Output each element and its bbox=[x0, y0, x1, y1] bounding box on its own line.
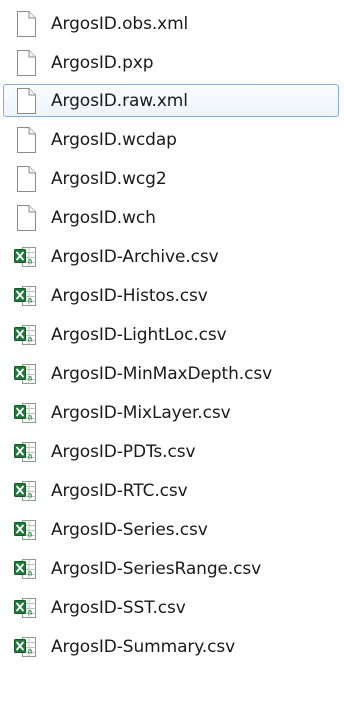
file-list-item[interactable]: ArgosID.pxp bbox=[0, 44, 345, 83]
svg-text:a: a bbox=[28, 647, 33, 656]
file-name: ArgosID.wcdap bbox=[51, 130, 177, 150]
file-list-item[interactable]: ArgosID.obs.xml bbox=[0, 5, 345, 44]
svg-text:a: a bbox=[28, 374, 33, 383]
file-list-item[interactable]: ArgosID.raw.xml bbox=[0, 82, 345, 121]
svg-text:a: a bbox=[28, 491, 33, 500]
svg-text:a: a bbox=[28, 257, 33, 266]
file-list-item[interactable]: a ArgosID-SeriesRange.csv bbox=[0, 550, 345, 589]
file-list-item[interactable]: a ArgosID-Series.csv bbox=[0, 511, 345, 550]
file-list-item[interactable]: ArgosID.wcdap bbox=[0, 121, 345, 160]
blank-file-icon bbox=[13, 126, 39, 154]
file-name: ArgosID-SST.csv bbox=[51, 598, 186, 618]
file-name: ArgosID-LightLoc.csv bbox=[51, 325, 227, 345]
excel-csv-icon: a bbox=[13, 633, 39, 661]
svg-text:a: a bbox=[28, 335, 33, 344]
file-name: ArgosID-MinMaxDepth.csv bbox=[51, 364, 273, 384]
file-name: ArgosID-Summary.csv bbox=[51, 637, 236, 657]
excel-csv-icon: a bbox=[13, 594, 39, 622]
excel-csv-icon: a bbox=[13, 360, 39, 388]
blank-file-icon bbox=[13, 10, 39, 38]
file-list-item[interactable]: ArgosID.wcg2 bbox=[0, 160, 345, 199]
file-list-item[interactable]: a ArgosID-PDTs.csv bbox=[0, 433, 345, 472]
file-list-item[interactable]: a ArgosID-Histos.csv bbox=[0, 277, 345, 316]
file-name: ArgosID-SeriesRange.csv bbox=[51, 559, 262, 579]
file-list-item[interactable]: a ArgosID-MixLayer.csv bbox=[0, 394, 345, 433]
file-list-item[interactable]: a ArgosID-Summary.csv bbox=[0, 628, 345, 667]
excel-csv-icon: a bbox=[13, 516, 39, 544]
excel-csv-icon: a bbox=[13, 555, 39, 583]
file-name: ArgosID-Series.csv bbox=[51, 520, 208, 540]
file-list-item[interactable]: a ArgosID-Archive.csv bbox=[0, 238, 345, 277]
file-name: ArgosID-RTC.csv bbox=[51, 481, 188, 501]
excel-csv-icon: a bbox=[13, 321, 39, 349]
file-name: ArgosID-Archive.csv bbox=[51, 247, 219, 267]
file-name: ArgosID.obs.xml bbox=[51, 14, 189, 34]
file-name: ArgosID.wcg2 bbox=[51, 169, 167, 189]
file-list-item[interactable]: a ArgosID-RTC.csv bbox=[0, 472, 345, 511]
blank-file-icon bbox=[13, 204, 39, 232]
svg-text:a: a bbox=[28, 413, 33, 422]
file-name: ArgosID.raw.xml bbox=[51, 91, 188, 111]
excel-csv-icon: a bbox=[13, 243, 39, 271]
excel-csv-icon: a bbox=[13, 282, 39, 310]
excel-csv-icon: a bbox=[13, 399, 39, 427]
excel-csv-icon: a bbox=[13, 438, 39, 466]
file-name: ArgosID.wch bbox=[51, 208, 156, 228]
blank-file-icon bbox=[13, 87, 39, 115]
svg-text:a: a bbox=[28, 452, 33, 461]
file-name: ArgosID-PDTs.csv bbox=[51, 442, 196, 462]
file-list-item[interactable]: a ArgosID-LightLoc.csv bbox=[0, 316, 345, 355]
blank-file-icon bbox=[13, 49, 39, 77]
file-list-item[interactable]: ArgosID.wch bbox=[0, 199, 345, 238]
file-name: ArgosID-Histos.csv bbox=[51, 286, 208, 306]
file-name: ArgosID.pxp bbox=[51, 53, 154, 73]
svg-text:a: a bbox=[28, 530, 33, 539]
excel-csv-icon: a bbox=[13, 477, 39, 505]
blank-file-icon bbox=[13, 165, 39, 193]
file-list-item[interactable]: a ArgosID-SST.csv bbox=[0, 589, 345, 628]
svg-text:a: a bbox=[28, 296, 33, 305]
file-list: ArgosID.obs.xml ArgosID.pxp ArgosID.raw.… bbox=[0, 0, 345, 715]
svg-text:a: a bbox=[28, 608, 33, 617]
svg-text:a: a bbox=[28, 569, 33, 578]
file-name: ArgosID-MixLayer.csv bbox=[51, 403, 231, 423]
file-list-item[interactable]: a ArgosID-MinMaxDepth.csv bbox=[0, 355, 345, 394]
